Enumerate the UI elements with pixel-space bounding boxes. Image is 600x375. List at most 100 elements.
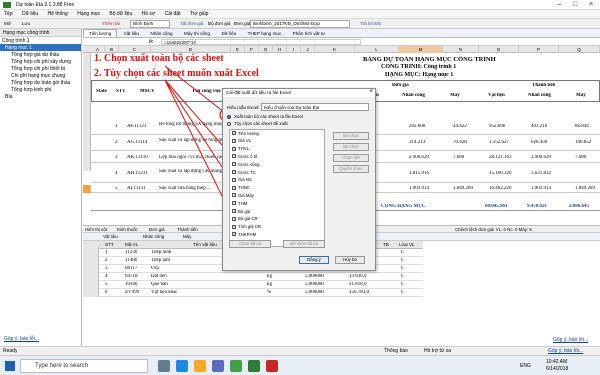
sheet-checkbox[interactable] — [232, 161, 237, 167]
sheet-checkbox[interactable] — [232, 138, 237, 144]
price-set-button[interactable]: Bộ đơn giá — [206, 20, 232, 28]
col-m[interactable]: M — [399, 46, 443, 53]
close-icon[interactable]: × — [584, 0, 598, 10]
maximize-icon[interactable]: □ — [568, 0, 582, 10]
answer-button[interactable]: Trả lời ĐG — [358, 20, 383, 28]
sheet-checkbox[interactable] — [232, 208, 237, 214]
side-button[interactable]: Bỏ chọn — [333, 132, 369, 140]
explorer-icon[interactable] — [194, 360, 206, 372]
col-d[interactable]: D — [151, 46, 231, 53]
sheet-checkbox[interactable] — [232, 153, 237, 159]
col-l[interactable]: L — [355, 46, 399, 53]
side-button[interactable]: Bỏ chọn — [333, 143, 369, 151]
ok-button[interactable]: Đồng ý — [299, 256, 329, 264]
clock-time[interactable]: 10:42 AM — [546, 359, 567, 365]
task-view-icon[interactable] — [158, 360, 170, 372]
start-icon[interactable] — [5, 361, 15, 371]
side-button[interactable]: Chọn hết — [333, 154, 369, 162]
col-n[interactable]: N — [443, 46, 479, 53]
tab-labor[interactable]: Nhân công — [145, 30, 177, 37]
tree-category[interactable]: Hạng mục 1 — [0, 44, 81, 51]
tree-project[interactable]: Công trình 1 — [0, 37, 81, 44]
language-indicator[interactable]: ENG — [520, 363, 531, 369]
edge-icon[interactable] — [176, 360, 188, 372]
tab-estimate[interactable]: Tiên lượng — [83, 29, 118, 37]
side-button[interactable]: Quyền chọn — [333, 165, 369, 173]
col-b[interactable]: B — [105, 46, 119, 53]
chrome-icon[interactable] — [230, 360, 242, 372]
material-row[interactable]: 4 04718 Đất đèn kg 5,000000 13.636,0 C — [99, 273, 423, 281]
excel-icon[interactable] — [248, 360, 260, 372]
all-price-button[interactable]: Tất đơn giá — [178, 20, 205, 28]
tab-steel[interactable]: THEP hạng mục — [243, 30, 287, 37]
menu-settings[interactable]: Cài đặt — [161, 10, 185, 18]
price-file-select[interactable]: BinhDinh_2017KĐ_D54/M2-Dựp — [250, 20, 350, 28]
col-g[interactable]: G — [259, 46, 273, 53]
status-feedback-link[interactable]: Góp ý, báo lỗi... — [548, 348, 583, 354]
menu-profile[interactable]: Hồ sơ — [138, 10, 160, 18]
minimize-icon[interactable]: – — [552, 0, 566, 10]
template-select[interactable]: Kiểu chuẩn của Dự toán Eta — [261, 103, 369, 111]
col-e[interactable]: E — [231, 46, 245, 53]
col-k[interactable]: K — [315, 46, 355, 53]
col-i[interactable]: I — [287, 46, 301, 53]
clock-date[interactable]: 6/14/2018 — [546, 366, 568, 372]
col-c[interactable]: C — [119, 46, 151, 53]
save-button[interactable]: Lưu — [20, 20, 32, 28]
col-f[interactable]: F — [245, 46, 259, 53]
menu-data[interactable]: Dữ liệu — [18, 10, 42, 18]
col-p[interactable]: P — [519, 46, 559, 53]
tree-cover[interactable]: Bìa — [0, 93, 81, 100]
add-material-button[interactable]: Thêm tài — [100, 20, 122, 28]
col-h[interactable]: H — [273, 46, 287, 53]
radio-custom[interactable] — [227, 122, 231, 126]
sheet-checkbox[interactable] — [232, 216, 237, 222]
radio-export-all[interactable] — [227, 115, 231, 119]
feedback-link-lower[interactable]: Góp ý, báo lỗi... — [553, 337, 588, 343]
tab-analysis[interactable]: Phân tích vật tư — [288, 30, 330, 37]
col-a[interactable]: A — [91, 46, 105, 53]
sheet-checkbox[interactable] — [232, 200, 237, 206]
sheet-checkbox[interactable] — [232, 169, 237, 175]
tree-item[interactable]: Tổng hợp giá dự thầu — [0, 51, 81, 58]
row-header-selected[interactable] — [83, 185, 91, 193]
col-j[interactable]: J — [301, 46, 315, 53]
sheet-checkbox[interactable] — [232, 224, 237, 230]
dialog-close-icon[interactable]: × — [369, 89, 373, 95]
select-all-button[interactable]: Chọn tất cả — [229, 240, 271, 248]
remote-support-link[interactable]: Hỗ trợ từ xa — [424, 348, 451, 354]
sheet-checkbox[interactable] — [232, 177, 237, 183]
sheet-checkbox[interactable] — [232, 130, 237, 136]
material-row[interactable]: 5 10166 Que hàn kg 5,000000 21.818,0 C — [99, 281, 423, 289]
open-button[interactable]: Mở — [2, 20, 13, 28]
taskbar-search[interactable]: Type here to search — [20, 359, 148, 373]
menu-dataset[interactable]: Bộ dữ liệu — [105, 10, 136, 18]
tab-machines[interactable]: Máy thi công — [179, 30, 215, 37]
cancel-button[interactable]: Hủy bỏ — [335, 256, 365, 264]
tree-item[interactable]: Chi phí hạng mục chung — [0, 72, 81, 79]
sheet-checkbox[interactable] — [232, 231, 237, 237]
material-row[interactable]: 6 ZV999 Vật liệu khác% 5,000000 156.783,0 C — [99, 289, 423, 297]
tab-materials[interactable]: Vật liệu — [119, 30, 144, 37]
col-q[interactable]: Q — [559, 46, 600, 53]
menu-help[interactable]: Trợ giúp — [186, 10, 213, 18]
app-icon[interactable] — [266, 360, 278, 372]
deselect-all-button[interactable]: Bỏ chọn tất cả — [283, 240, 325, 248]
menu-category[interactable]: Hạng mục — [73, 10, 104, 18]
menu-system[interactable]: Hệ thống — [44, 10, 72, 18]
tab-data[interactable]: Dữ liệu — [216, 30, 241, 37]
notification-link[interactable]: Thông báo — [384, 348, 408, 354]
tree-item[interactable]: Tổng hợp dự toán gói thầu — [0, 79, 81, 86]
menu-file[interactable]: Tệp — [0, 10, 17, 18]
sheet-checkbox[interactable] — [232, 192, 237, 198]
sheet-checkbox[interactable] — [232, 185, 237, 191]
col-o[interactable]: O — [479, 46, 519, 53]
sheet-checkbox[interactable] — [232, 146, 237, 152]
province-select[interactable]: Bình Định — [130, 20, 170, 28]
tree-item[interactable]: Tổng hợp chi phí xây dựng — [0, 58, 81, 65]
formula-input[interactable]: =164622207*14 — [161, 39, 361, 45]
tree-item[interactable]: Tổng hợp kinh phí — [0, 86, 81, 93]
tree-item[interactable]: Tổng hợp chi phí thiết bị — [0, 65, 81, 72]
feedback-link[interactable]: Góp ý, báo lỗi... — [4, 336, 39, 342]
store-icon[interactable] — [212, 360, 224, 372]
